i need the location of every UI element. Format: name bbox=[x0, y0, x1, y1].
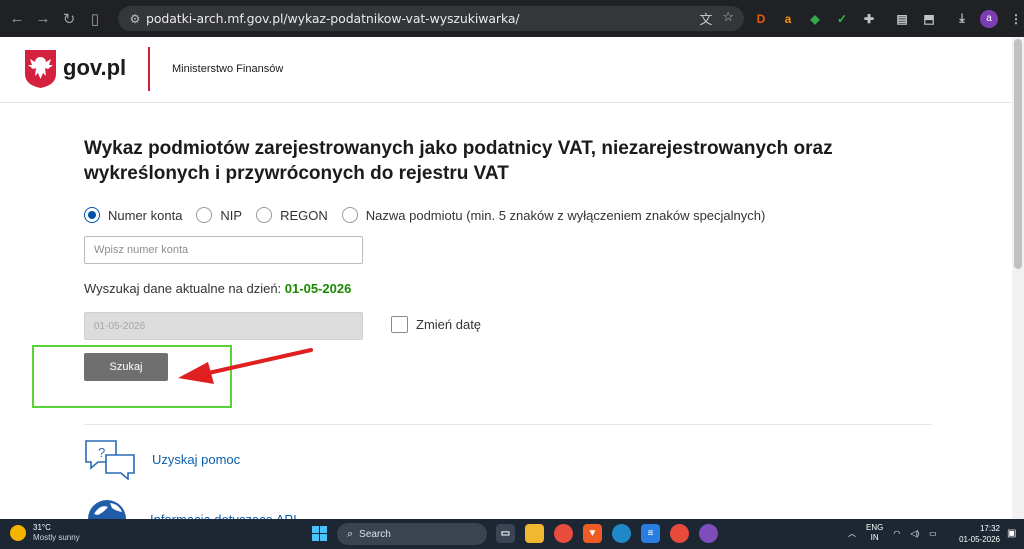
clock[interactable]: 17:32 01-05-2026 bbox=[956, 523, 1000, 545]
reload-icon[interactable]: ↻ bbox=[56, 6, 82, 32]
windows-taskbar: 31°C Mostly sunny ⌕ Search ▭ ▼ ≡ ︿ ENG I… bbox=[0, 519, 1024, 549]
search-button[interactable]: Szukaj bbox=[84, 353, 168, 381]
account-number-input[interactable] bbox=[84, 236, 363, 264]
radio-account-number[interactable]: Numer konta bbox=[84, 207, 182, 223]
media-icon[interactable]: ▤ bbox=[893, 10, 911, 28]
api-info-link[interactable]: Informacja dotycząca API bbox=[150, 512, 297, 519]
radio-circle[interactable] bbox=[256, 207, 273, 223]
battery-icon[interactable]: ▭ bbox=[929, 529, 937, 538]
gov-logo-text[interactable]: gov.pl bbox=[63, 55, 126, 81]
notepad-icon[interactable]: ≡ bbox=[641, 524, 660, 543]
radio-label: Nazwa podmiotu (min. 5 znaków z wyłączen… bbox=[365, 207, 766, 223]
edge-icon[interactable] bbox=[612, 524, 631, 543]
section-divider bbox=[84, 424, 932, 425]
lang-top: ENG bbox=[866, 523, 884, 532]
extensions-area: D a ◆ ✓ ✚ ▤ ⬒ ⤓ a ⋮ bbox=[752, 6, 1024, 31]
notification-icon[interactable]: ▣ bbox=[1007, 528, 1019, 540]
tab-search-icon[interactable]: ⬒ bbox=[920, 10, 938, 28]
clock-time: 17:32 bbox=[979, 524, 1000, 533]
taskbar-search[interactable]: ⌕ Search bbox=[337, 523, 487, 545]
chrome-active-icon[interactable] bbox=[699, 524, 718, 543]
address-bar[interactable]: ⚙ podatki-arch.mf.gov.pl/wykaz-podatniko… bbox=[118, 6, 744, 31]
radio-circle[interactable] bbox=[341, 207, 358, 223]
download-icon[interactable]: ⤓ bbox=[953, 10, 971, 28]
header-divider bbox=[148, 47, 150, 91]
radio-label: Numer konta bbox=[108, 207, 183, 223]
back-icon[interactable]: ← bbox=[4, 6, 30, 32]
weather-widget[interactable]: 31°C Mostly sunny bbox=[10, 523, 80, 543]
brave-icon[interactable]: ▼ bbox=[583, 524, 602, 543]
radio-circle[interactable] bbox=[196, 207, 213, 223]
svg-text:?: ? bbox=[98, 445, 105, 460]
clock-date: 01-05-2026 bbox=[959, 535, 1000, 544]
url-text[interactable]: podatki-arch.mf.gov.pl/wykaz-podatnikow-… bbox=[146, 11, 520, 26]
taskbar-search-label: Search bbox=[359, 528, 391, 540]
radio-entity-name[interactable]: Nazwa podmiotu (min. 5 znaków z wyłączen… bbox=[341, 207, 766, 223]
change-date-checkbox[interactable] bbox=[391, 316, 408, 333]
radio-label: REGON bbox=[280, 207, 328, 223]
task-view-icon[interactable]: ▭ bbox=[496, 524, 515, 543]
sidebar-icon[interactable]: ▯ bbox=[82, 6, 108, 32]
puzzle-icon[interactable]: ✚ bbox=[860, 10, 878, 28]
site-info-icon[interactable]: ⚙ bbox=[124, 12, 146, 26]
check-extension-icon[interactable]: ✓ bbox=[833, 10, 851, 28]
weather-condition: Mostly sunny bbox=[33, 533, 80, 542]
radio-regon[interactable]: REGON bbox=[256, 207, 328, 223]
language-indicator[interactable]: ENG IN bbox=[866, 523, 883, 543]
d-extension-icon[interactable]: D bbox=[752, 10, 770, 28]
polish-eagle-icon[interactable] bbox=[24, 49, 57, 89]
menu-icon[interactable]: ⋮ bbox=[1007, 10, 1024, 28]
site-header: gov.pl Ministerstwo Finansów bbox=[0, 37, 1012, 103]
page-title: Wykaz podmiotów zarejestrowanych jako po… bbox=[84, 138, 833, 184]
scroll-thumb[interactable] bbox=[1014, 39, 1022, 269]
current-date: 01-05-2026 bbox=[284, 281, 352, 296]
globe-icon bbox=[88, 500, 126, 519]
radio-nip[interactable]: NIP bbox=[196, 207, 242, 223]
taskbar-apps: ▭ ▼ ≡ bbox=[496, 524, 718, 543]
speech-bubbles-icon: ? bbox=[85, 440, 135, 480]
radio-circle[interactable] bbox=[84, 207, 100, 223]
avatar[interactable]: a bbox=[980, 9, 998, 28]
shield-extension-icon[interactable]: ◆ bbox=[806, 10, 824, 28]
chevron-up-icon[interactable]: ︿ bbox=[848, 528, 856, 539]
temperature: 31°C bbox=[33, 523, 51, 532]
volume-icon[interactable]: ◁) bbox=[910, 529, 919, 538]
search-type-radio-group: Numer konta NIP REGON Nazwa podmiotu (mi… bbox=[84, 205, 779, 225]
date-input-disabled: 01-05-2026 bbox=[84, 312, 363, 340]
search-icon: ⌕ bbox=[347, 527, 354, 540]
chrome-profile-icon[interactable] bbox=[670, 524, 689, 543]
annotation-arrow-icon bbox=[178, 348, 313, 384]
amazon-extension-icon[interactable]: a bbox=[779, 10, 797, 28]
bookmark-star-icon[interactable]: ☆ bbox=[722, 9, 734, 28]
translate-icon[interactable]: 文 bbox=[699, 9, 712, 28]
file-explorer-icon[interactable] bbox=[525, 524, 544, 543]
lang-bottom: IN bbox=[870, 533, 879, 542]
date-line: Wyszukaj dane aktualne na dzień: 01-05-2… bbox=[84, 281, 351, 296]
browser-toolbar: ← → ↻ ▯ ⚙ podatki-arch.mf.gov.pl/wykaz-p… bbox=[0, 0, 1024, 37]
chrome-icon[interactable] bbox=[554, 524, 573, 543]
sun-icon bbox=[10, 525, 26, 541]
radio-label: NIP bbox=[220, 207, 243, 223]
forward-icon[interactable]: → bbox=[30, 6, 56, 32]
change-date-label: Zmień datę bbox=[416, 317, 482, 332]
page-scrollbar[interactable] bbox=[1012, 37, 1024, 519]
help-link[interactable]: Uzyskaj pomoc bbox=[152, 452, 240, 467]
ministry-name[interactable]: Ministerstwo Finansów bbox=[172, 63, 283, 75]
system-tray: ︿ ENG IN ◠ ◁) ▭ bbox=[848, 523, 937, 543]
wifi-icon[interactable]: ◠ bbox=[893, 529, 900, 538]
windows-start-icon[interactable] bbox=[312, 526, 327, 541]
change-date-checkbox-row[interactable]: Zmień datę bbox=[391, 316, 481, 333]
date-label: Wyszukaj dane aktualne na dzień: bbox=[84, 281, 282, 296]
